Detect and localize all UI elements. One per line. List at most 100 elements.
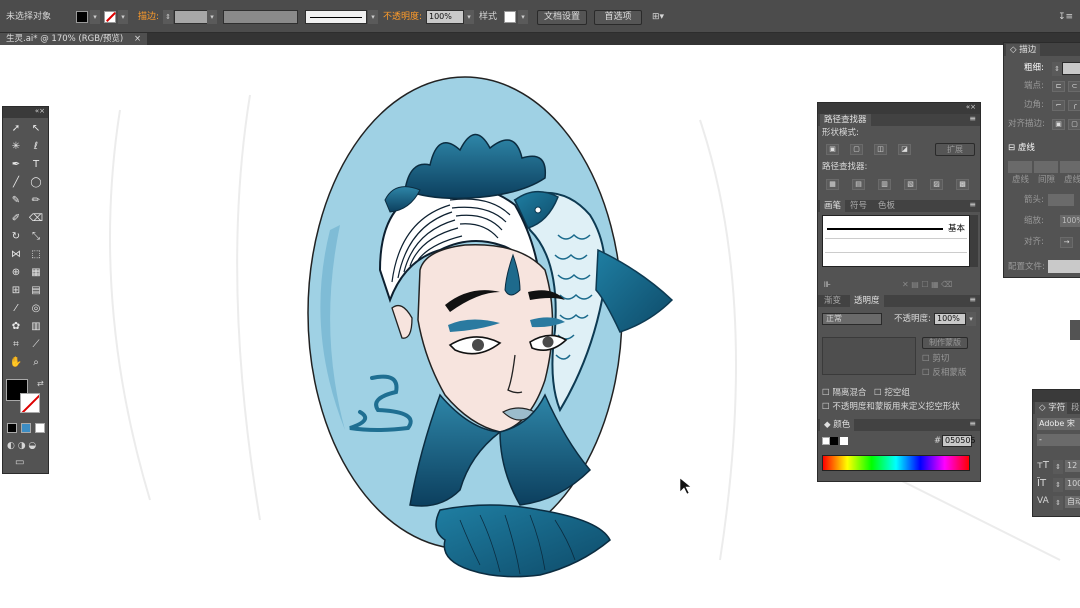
graph-tool-icon[interactable]: ▥ bbox=[28, 319, 44, 334]
isolate-blending-checkbox[interactable]: ☐ 隔离混合 bbox=[822, 388, 866, 399]
draw-mode-icon[interactable]: ◐ ◑ ◒ bbox=[7, 441, 36, 451]
invert-mask-checkbox[interactable]: ☐ 反相蒙版 bbox=[922, 368, 966, 379]
tracking-field[interactable]: 自动 bbox=[1065, 496, 1080, 508]
opacity-label[interactable]: 不透明度: bbox=[383, 10, 422, 24]
scale-tool-icon[interactable]: ⤡ bbox=[28, 229, 44, 244]
gradient-tool-icon[interactable]: ▤ bbox=[28, 283, 44, 298]
round-cap-icon[interactable]: ⊂ bbox=[1068, 81, 1080, 92]
type-tool-icon[interactable]: T bbox=[28, 157, 44, 172]
miter-join-icon[interactable]: ⌐ bbox=[1052, 100, 1065, 111]
brush-library-icon[interactable]: ⊪ bbox=[824, 280, 831, 289]
tab-gradient[interactable]: 渐变 bbox=[820, 295, 846, 307]
profile-select[interactable] bbox=[1048, 260, 1080, 273]
document-tab[interactable]: 生灵.ai* @ 170% (RGB/预览) × bbox=[0, 33, 148, 45]
tab-stroke[interactable]: ◇ 描边 bbox=[1006, 44, 1041, 56]
symbol-sprayer-tool-icon[interactable]: ✿ bbox=[8, 319, 24, 334]
basic-brush-stroke[interactable] bbox=[827, 228, 943, 230]
paintbrush-tool-icon[interactable]: ✎ bbox=[8, 193, 24, 208]
transparency-opacity-dropdown[interactable]: ▾ bbox=[966, 312, 976, 326]
define-knockout-checkbox[interactable]: ☐ 不透明度和蒙版用来定义挖空形状 bbox=[822, 402, 960, 413]
leading-stepper[interactable]: ⇕ bbox=[1053, 478, 1063, 492]
slice-tool-icon[interactable]: ⟋ bbox=[28, 337, 44, 352]
none-mode-icon[interactable] bbox=[35, 423, 45, 433]
unite-icon[interactable]: ▣ bbox=[826, 144, 839, 155]
arrow-align-icon[interactable]: → bbox=[1060, 237, 1073, 248]
trim-icon[interactable]: ▤ bbox=[852, 179, 865, 190]
tab-swatches[interactable]: 色板 bbox=[874, 200, 900, 212]
exclude-icon[interactable]: ◪ bbox=[898, 144, 911, 155]
brush-definition-field[interactable] bbox=[305, 10, 367, 24]
brush-dropdown[interactable]: ▾ bbox=[368, 10, 378, 24]
rotate-tool-icon[interactable]: ↻ bbox=[8, 229, 24, 244]
style-swatch[interactable] bbox=[504, 11, 516, 23]
gap-field-1[interactable] bbox=[1034, 161, 1058, 173]
zoom-tool-icon[interactable]: ⌕ bbox=[28, 355, 44, 370]
mesh-tool-icon[interactable]: ⊞ bbox=[8, 283, 24, 298]
arrowhead-start-select[interactable] bbox=[1048, 194, 1074, 206]
color-mode-icon[interactable] bbox=[7, 423, 17, 433]
perspective-grid-tool-icon[interactable]: ▦ bbox=[28, 265, 44, 280]
stroke-dropdown[interactable]: ▾ bbox=[118, 10, 128, 24]
round-join-icon[interactable]: ╭ bbox=[1068, 100, 1080, 111]
lasso-tool-icon[interactable]: ℓ bbox=[28, 139, 44, 154]
align-inside-icon[interactable]: ▢ bbox=[1068, 119, 1080, 130]
selection-tool-icon[interactable]: ➚ bbox=[8, 121, 24, 136]
collapse-icon[interactable]: «× bbox=[35, 107, 45, 115]
collapse-panel-icon[interactable]: «× bbox=[966, 103, 976, 111]
blend-mode-select[interactable]: 正常 bbox=[822, 313, 882, 325]
close-tab-icon[interactable]: × bbox=[134, 34, 141, 44]
font-family-select[interactable]: Adobe 宋 bbox=[1037, 418, 1080, 430]
fill-dropdown[interactable]: ▾ bbox=[90, 10, 100, 24]
gradient-mode-icon[interactable] bbox=[21, 423, 31, 433]
stroke-weight-stepper[interactable]: ⇕ bbox=[163, 10, 173, 24]
font-style-select[interactable]: - bbox=[1037, 434, 1080, 446]
weight-stepper[interactable]: ⇕ bbox=[1052, 62, 1062, 76]
tracking-stepper[interactable]: ⇕ bbox=[1053, 496, 1063, 510]
brush-scrollbar[interactable] bbox=[970, 215, 978, 267]
tab-transparency[interactable]: 透明度 bbox=[850, 295, 884, 307]
minus-front-icon[interactable]: ▢ bbox=[850, 144, 863, 155]
pencil-tool-icon[interactable]: ✏ bbox=[28, 193, 44, 208]
knockout-group-checkbox[interactable]: ☐ 挖空组 bbox=[874, 388, 910, 399]
tab-brushes[interactable]: 画笔 bbox=[820, 200, 846, 212]
color-white-icon[interactable] bbox=[840, 437, 848, 445]
tab-character[interactable]: ◇ 字符 bbox=[1035, 402, 1070, 414]
stroke-weight-dropdown[interactable]: ▾ bbox=[207, 10, 217, 24]
align-center-icon[interactable]: ▣ bbox=[1052, 119, 1065, 130]
leading-field[interactable]: 100 bbox=[1065, 478, 1080, 490]
clip-checkbox[interactable]: ☐ 剪切 bbox=[922, 354, 949, 365]
panel-group-header[interactable]: «× bbox=[818, 103, 980, 114]
tab-color[interactable]: ◆ 颜色 bbox=[820, 419, 855, 431]
color-menu-icon[interactable]: ≡ bbox=[969, 419, 976, 428]
preferences-button[interactable]: 首选项 bbox=[594, 10, 642, 25]
arrange-icon[interactable]: ⊞▾ bbox=[652, 10, 664, 24]
blend-tool-icon[interactable]: ◎ bbox=[28, 301, 44, 316]
color-spectrum[interactable] bbox=[822, 455, 970, 471]
transparency-menu-icon[interactable]: ≡ bbox=[969, 295, 976, 304]
tab-pathfinder[interactable]: 路径查找器 bbox=[820, 114, 871, 126]
stroke-swatch[interactable] bbox=[104, 11, 116, 23]
direct-selection-tool-icon[interactable]: ↖ bbox=[28, 121, 44, 136]
dash-field-2[interactable] bbox=[1060, 161, 1080, 173]
magic-wand-tool-icon[interactable]: ✳ bbox=[8, 139, 24, 154]
font-size-field[interactable]: 12 bbox=[1065, 460, 1080, 472]
eraser-tool-icon[interactable]: ⌫ bbox=[28, 211, 44, 226]
panel-dock-handle[interactable] bbox=[1070, 320, 1080, 340]
panel-menu-icon[interactable]: ≡ bbox=[969, 114, 976, 123]
ellipse-tool-icon[interactable]: ◯ bbox=[28, 175, 44, 190]
arrow-scale-field[interactable]: 100% bbox=[1060, 215, 1080, 227]
crop-icon[interactable]: ▧ bbox=[904, 179, 917, 190]
intersect-icon[interactable]: ◫ bbox=[874, 144, 887, 155]
dashed-line-checkbox[interactable]: ⊟ 虚线 bbox=[1008, 143, 1035, 154]
character-panel-header[interactable] bbox=[1033, 390, 1080, 402]
tools-panel-header[interactable]: «× bbox=[3, 107, 48, 118]
brush-actions-icon[interactable]: ✕ ▤ ☐ ▦ ⌫ bbox=[902, 280, 952, 289]
fill-swatch[interactable] bbox=[76, 11, 88, 23]
font-size-stepper[interactable]: ⇕ bbox=[1053, 460, 1063, 474]
opacity-mask-thumbnail[interactable] bbox=[822, 337, 916, 375]
shape-builder-tool-icon[interactable]: ⊕ bbox=[8, 265, 24, 280]
line-tool-icon[interactable]: ╱ bbox=[8, 175, 24, 190]
free-transform-tool-icon[interactable]: ⬚ bbox=[28, 247, 44, 262]
variable-width-field[interactable] bbox=[223, 10, 298, 24]
divide-icon[interactable]: ▦ bbox=[826, 179, 839, 190]
